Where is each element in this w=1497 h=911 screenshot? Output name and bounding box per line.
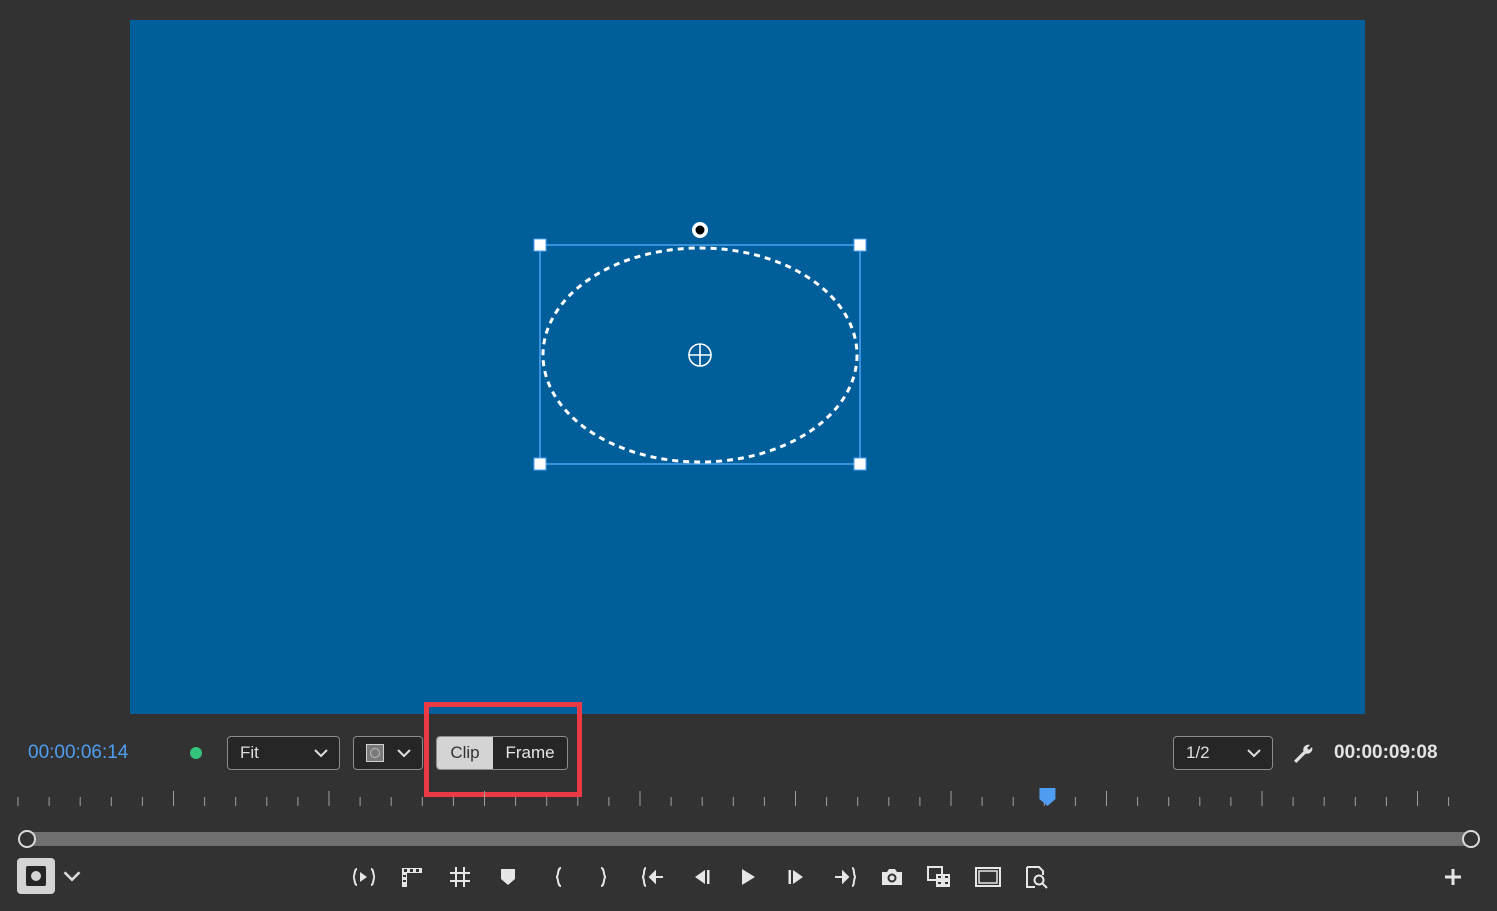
mark-in-icon[interactable]: [546, 864, 572, 890]
chevron-down-icon: [1247, 749, 1261, 758]
duration-timecode: 00:00:09:08: [1334, 742, 1438, 763]
camera-icon[interactable]: [879, 864, 905, 890]
clip-frame-toggle[interactable]: Clip Frame: [436, 736, 568, 770]
marker-icon[interactable]: [495, 864, 521, 890]
status-indicator-dot: [190, 747, 202, 759]
playhead-marker[interactable]: [1039, 788, 1056, 806]
mask-handle-bottom-left[interactable]: [533, 457, 547, 471]
current-timecode[interactable]: 00:00:06:14: [28, 742, 128, 764]
program-monitor-video[interactable]: [130, 20, 1365, 714]
safe-margins-button[interactable]: [17, 858, 55, 894]
playback-resolution-label: 1/2: [1186, 743, 1210, 762]
overlay-square-icon: [366, 744, 384, 762]
clapperboard-icon[interactable]: [399, 864, 425, 890]
zoom-handle-left[interactable]: [18, 830, 36, 848]
step-back-icon[interactable]: [689, 864, 715, 890]
playback-resolution-dropdown[interactable]: 1/2: [1173, 736, 1273, 770]
timeline-zoom-scrollbar[interactable]: [18, 829, 1480, 849]
zoom-handle-right[interactable]: [1462, 830, 1480, 848]
overlay-settings-dropdown[interactable]: [353, 736, 423, 770]
mask-handle-bottom-right[interactable]: [853, 457, 867, 471]
clip-mode-button[interactable]: Clip: [437, 737, 493, 769]
wrench-icon[interactable]: [1291, 742, 1315, 766]
mask-handle-top-left[interactable]: [533, 238, 547, 252]
zoom-level-dropdown[interactable]: Fit: [227, 736, 340, 770]
proxy-search-icon[interactable]: [1023, 864, 1049, 890]
step-forward-icon[interactable]: [783, 864, 809, 890]
plus-icon[interactable]: [1440, 864, 1466, 890]
chevron-down-icon: [397, 749, 411, 758]
mask-handle-top-right[interactable]: [853, 238, 867, 252]
monitor-icon[interactable]: [975, 864, 1001, 890]
grid-icon[interactable]: [447, 864, 473, 890]
safe-margins-icon: [26, 866, 46, 886]
frame-mode-button[interactable]: Frame: [493, 737, 567, 769]
chevron-down-icon: [314, 749, 328, 758]
insert-edit-icon[interactable]: [351, 864, 377, 890]
zoom-level-label: Fit: [240, 743, 259, 762]
chevron-down-icon[interactable]: [62, 866, 82, 886]
go-to-in-icon[interactable]: [640, 864, 666, 890]
mask-overlay[interactable]: [130, 20, 1365, 714]
play-icon[interactable]: [735, 864, 761, 890]
go-to-out-icon[interactable]: [832, 864, 858, 890]
time-ruler[interactable]: [0, 786, 1497, 812]
compare-icon[interactable]: [926, 864, 952, 890]
zoom-scrollbar-track[interactable]: [26, 832, 1472, 846]
anchor-point-icon[interactable]: [688, 343, 712, 367]
rotation-handle[interactable]: [692, 222, 708, 238]
mark-out-icon[interactable]: [590, 864, 616, 890]
